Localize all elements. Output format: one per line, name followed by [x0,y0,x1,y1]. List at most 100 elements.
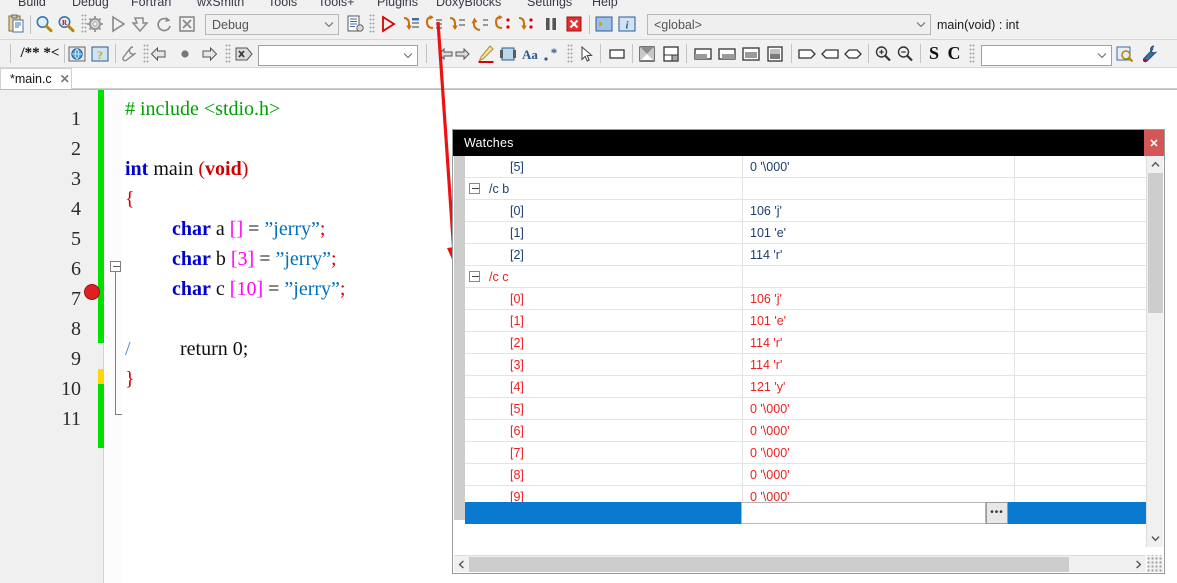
layout-center-icon[interactable] [740,40,762,67]
search-next-icon[interactable] [452,40,472,67]
doxyblocks-browser-icon[interactable] [67,40,87,67]
scrollbar-thumb[interactable] [469,557,1069,572]
nav-bookmark-icon[interactable] [176,40,194,67]
symbol-s-icon[interactable]: S [924,40,944,67]
doxyblocks-comment-label[interactable]: /** *< [16,40,64,67]
zoom-out-icon[interactable] [894,40,916,67]
new-watch-input[interactable] [741,502,986,524]
watches-grid[interactable]: [5]0 '\000'/c b[0]106 'j'[1]101 'e'[2]11… [465,156,1146,520]
toolbar-gripper[interactable] [566,40,574,67]
toolbar-gripper[interactable] [224,40,232,67]
scroll-down-icon[interactable] [1147,530,1164,547]
menu-item-debug[interactable]: Debug [72,0,109,9]
toolbar-gripper[interactable] [968,40,976,67]
layout-top-icon[interactable] [692,40,714,67]
highlight-icon[interactable] [476,40,496,67]
tab-left-icon[interactable] [819,40,841,67]
new-watch-ellipsis-button[interactable]: ••• [986,502,1008,524]
new-watch-expr-cell[interactable] [465,502,741,524]
pointer-select-icon[interactable] [576,40,596,67]
debug-step-instr-icon[interactable] [469,9,491,39]
breakpoint-marker[interactable] [84,284,100,300]
build-target-combo[interactable]: Debug [205,14,339,35]
layout-bottom-icon[interactable] [716,40,738,67]
clear-symbol-icon[interactable] [232,40,256,67]
match-whole-word-icon[interactable] [498,40,518,67]
watch-row[interactable]: [0]106 'j' [465,288,1146,310]
tools-wrench-icon[interactable] [1138,40,1160,67]
search-input[interactable] [258,45,418,66]
tab-right-icon[interactable] [796,40,818,67]
frame-shape-icon[interactable] [660,40,682,67]
scroll-left-icon[interactable] [454,556,469,573]
nav-forward-icon[interactable] [198,40,220,67]
watch-row[interactable]: [0]106 'j' [465,200,1146,222]
doxyblocks-config-icon[interactable] [119,40,139,67]
watches-new-row[interactable]: ••• [465,502,1146,524]
debug-next-instr-icon[interactable] [515,9,537,39]
build-targets-icon[interactable] [344,9,366,39]
watch-row[interactable]: [6]0 '\000' [465,420,1146,442]
scrollbar-thumb[interactable] [1148,173,1163,313]
menu-item-tools-[interactable]: Tools+ [318,0,354,9]
build-options-icon[interactable] [84,9,106,39]
tab-both-icon[interactable] [842,40,864,67]
lookup-icon[interactable] [1114,40,1136,67]
zoom-in-icon[interactable] [872,40,894,67]
tab-main-c[interactable]: *main.c ✕ [0,68,72,89]
clipboard-paste-icon[interactable] [4,9,28,39]
toolbar-gripper[interactable] [368,9,376,39]
debug-stop-icon[interactable] [563,9,585,39]
scroll-up-icon[interactable] [1147,156,1164,173]
watch-row[interactable]: [1]101 'e' [465,310,1146,332]
menu-item-tools[interactable]: Tools [268,0,297,9]
watch-row[interactable]: /c c [465,266,1146,288]
debug-pause-icon[interactable] [540,9,562,39]
debug-step-into-icon[interactable] [400,9,422,39]
watch-row[interactable]: [2]114 'r' [465,332,1146,354]
layout-full-icon[interactable] [764,40,786,67]
menu-item-plugins[interactable]: Plugins [377,0,418,9]
symbol-c-icon[interactable]: C [944,40,964,67]
match-case-icon[interactable]: Aa [520,40,540,67]
menu-item-doxyblocks[interactable]: DoxyBlocks [436,0,501,9]
watches-horizontal-scrollbar[interactable] [454,555,1146,572]
menu-item-settings[interactable]: Settings [527,0,572,9]
menu-item-fortran[interactable]: Fortran [131,0,171,9]
watch-row[interactable]: [2]114 'r' [465,244,1146,266]
new-watch-type-cell[interactable] [1008,502,1146,524]
debug-step-over-icon[interactable] [423,9,445,39]
chevron-down-icon[interactable] [912,15,930,34]
debug-run-to-cursor-icon[interactable] [492,9,514,39]
watch-row[interactable]: [5]0 '\000' [465,398,1146,420]
symbol-search-input[interactable] [981,45,1112,66]
build-icon[interactable] [130,9,152,39]
watch-row[interactable]: [5]0 '\000' [465,156,1146,178]
watch-row[interactable]: [8]0 '\000' [465,464,1146,486]
build-run-icon[interactable] [107,9,129,39]
abort-build-icon[interactable] [176,9,198,39]
menu-item-help[interactable]: Help [592,0,618,9]
fold-column[interactable] [104,90,122,583]
chevron-down-icon[interactable] [399,46,417,65]
close-icon[interactable]: ✕ [60,72,70,86]
find-replace-icon[interactable]: R [55,9,77,39]
debug-info-window-icon[interactable] [593,9,615,39]
doxyblocks-help-icon[interactable]: ? [90,40,110,67]
close-icon[interactable]: ✕ [1144,130,1164,156]
watch-row[interactable]: [4]121 'y' [465,376,1146,398]
debug-tooltip-icon[interactable]: i [616,9,638,39]
fold-collapse-toggle[interactable] [110,261,121,272]
rect-shape-icon[interactable] [606,40,628,67]
menu-item-build[interactable]: Build [18,0,46,9]
rebuild-icon[interactable] [153,9,175,39]
editor-gutter[interactable]: 1234567891011 [0,90,104,583]
chevron-down-icon[interactable] [320,15,338,34]
watch-row[interactable]: [7]0 '\000' [465,442,1146,464]
regex-icon[interactable]: * [542,40,562,67]
chevron-down-icon[interactable] [1093,46,1111,65]
nav-back-icon[interactable] [148,40,170,67]
watches-title-bar[interactable]: Watches ✕ [453,130,1164,156]
resize-grip-icon[interactable] [1147,555,1163,572]
menu-item-wxsmith[interactable]: wxSmith [197,0,244,9]
